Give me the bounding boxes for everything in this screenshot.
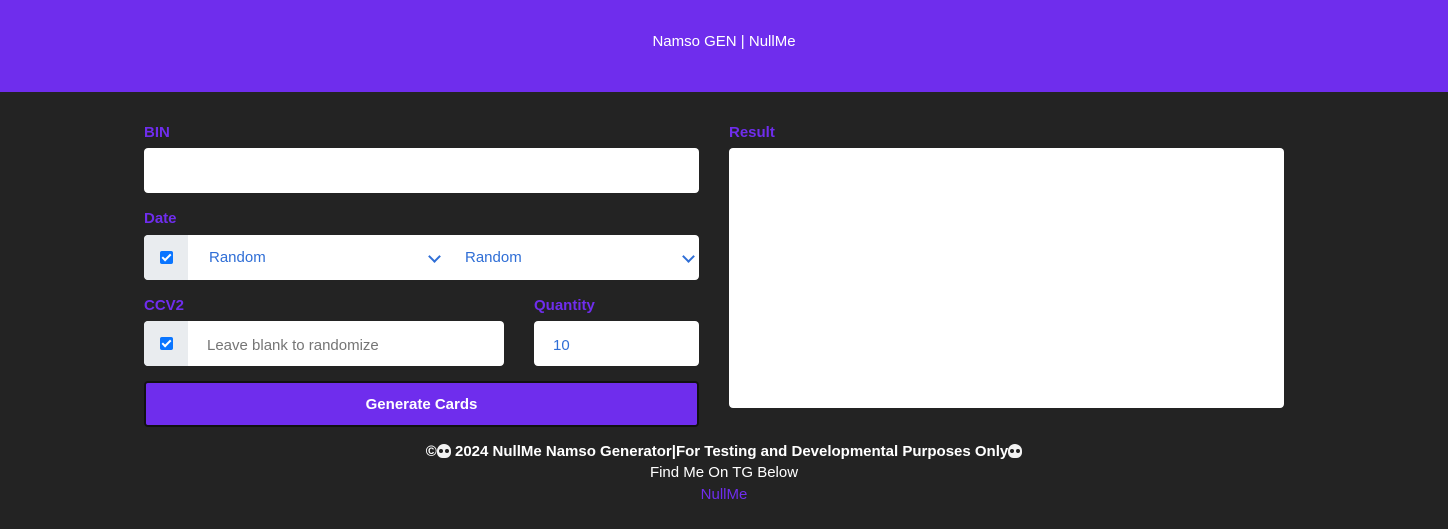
date-checkbox-cell bbox=[144, 235, 188, 280]
date-field-group: Random Random bbox=[144, 235, 699, 280]
bin-input[interactable] bbox=[158, 160, 682, 184]
date-month-value: Random bbox=[209, 249, 266, 266]
footer-copyright: © 2024 NullMe Namso Generator|For Testin… bbox=[0, 443, 1448, 460]
quantity-input[interactable] bbox=[551, 333, 690, 357]
copyright-text: 2024 NullMe Namso Generator|For Testing … bbox=[450, 443, 1009, 460]
ccv-checkbox[interactable] bbox=[159, 337, 173, 350]
skull-icon bbox=[436, 444, 451, 458]
date-year-select[interactable]: Random bbox=[444, 235, 699, 280]
ccv-field-group bbox=[144, 321, 504, 366]
app-title: Namso GEN | NullMe bbox=[652, 32, 796, 50]
date-year-value: Random bbox=[465, 249, 522, 266]
header-bar: Namso GEN | NullMe bbox=[0, 0, 1448, 92]
chevron-down-icon bbox=[428, 250, 441, 263]
result-label: Result bbox=[729, 124, 775, 141]
skull-icon bbox=[1008, 444, 1023, 458]
quantity-label: Quantity bbox=[534, 297, 595, 314]
bin-field-wrapper bbox=[144, 148, 699, 193]
date-checkbox[interactable] bbox=[159, 251, 173, 264]
date-month-select[interactable]: Random bbox=[188, 235, 444, 280]
chevron-down-icon bbox=[682, 250, 695, 263]
bin-label: BIN bbox=[144, 124, 170, 141]
ccv-input[interactable] bbox=[205, 333, 494, 357]
footer-nullme-link[interactable]: NullMe bbox=[0, 486, 1448, 503]
date-label: Date bbox=[144, 210, 177, 227]
ccv-label: CCV2 bbox=[144, 297, 185, 314]
footer-find-me: Find Me On TG Below bbox=[649, 464, 799, 481]
ccv-checkbox-cell bbox=[144, 321, 188, 366]
result-textarea[interactable] bbox=[729, 148, 1284, 408]
generate-cards-button[interactable]: Generate Cards bbox=[144, 381, 699, 427]
quantity-field-wrapper bbox=[534, 321, 699, 366]
copyright-symbol: © bbox=[425, 443, 437, 460]
